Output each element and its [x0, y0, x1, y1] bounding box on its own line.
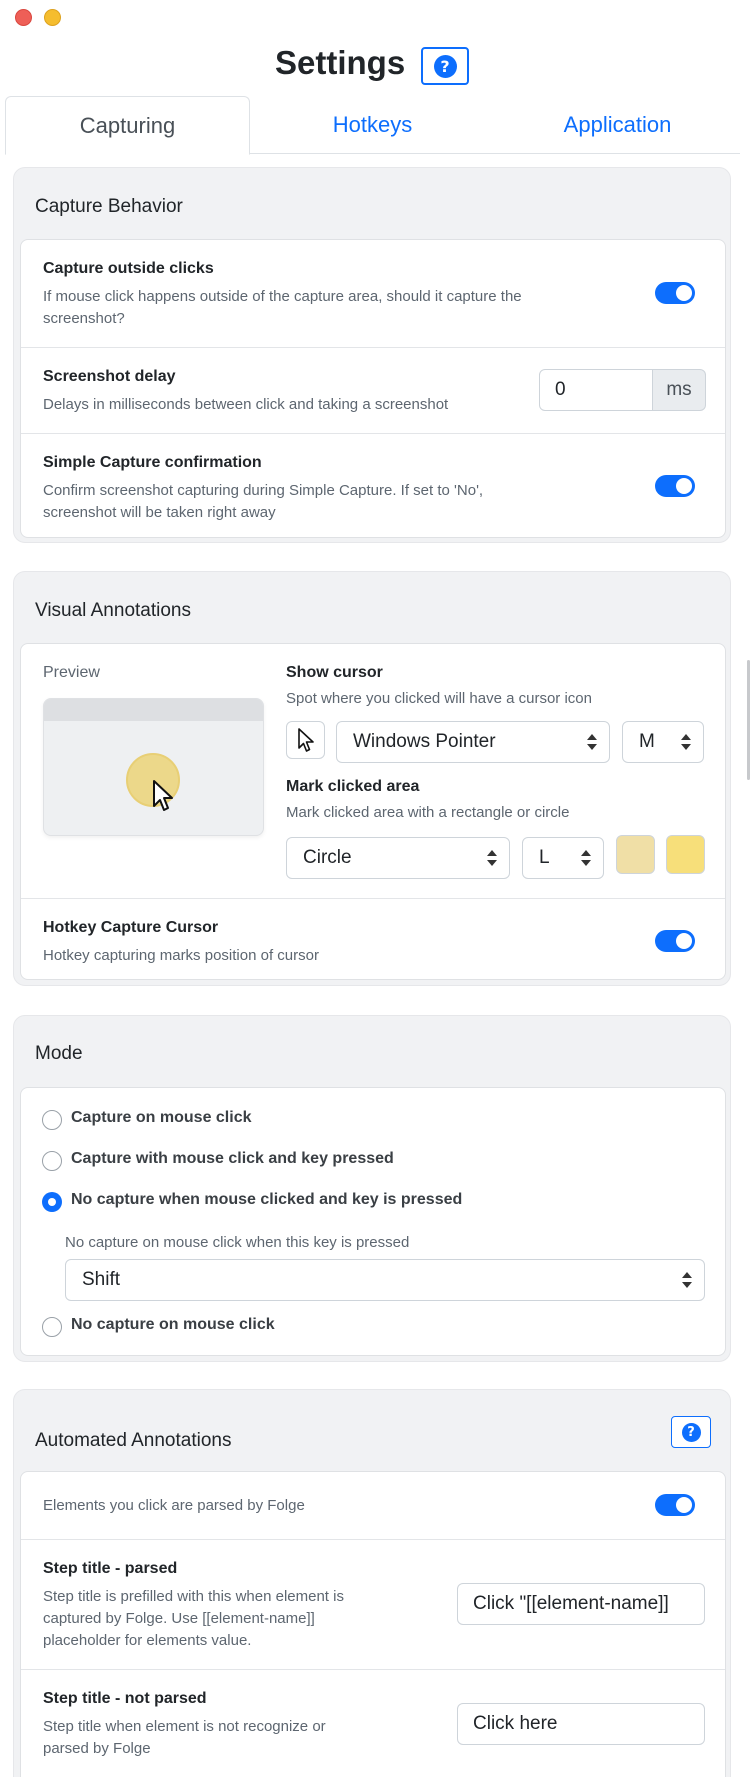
section-title: Mode — [35, 1043, 83, 1064]
screenshot-delay-row: Screenshot delay Delays in milliseconds … — [21, 347, 725, 433]
mode-radio-capture-on-click[interactable] — [42, 1110, 62, 1130]
mode-section: Mode Capture on mouse click Capture with… — [13, 1015, 731, 1362]
row-description: parsed by Folge — [43, 1740, 151, 1757]
row-title: Simple Capture confirmation — [43, 454, 262, 471]
row-title: Step title - parsed — [43, 1560, 178, 1577]
select-arrows-icon — [581, 850, 591, 866]
mark-border-color-swatch[interactable] — [616, 835, 655, 874]
mark-shape-select[interactable]: Circle — [286, 837, 510, 879]
question-icon: ? — [433, 54, 457, 78]
row-description: Delays in milliseconds between click and… — [43, 396, 449, 413]
visual-annotations-section: Visual Annotations Preview Show cursor S… — [13, 571, 731, 986]
mode-radio-capture-with-key[interactable] — [42, 1151, 62, 1171]
capture-behavior-section: Capture Behavior Capture outside clicks … — [13, 167, 731, 543]
minimize-window-button[interactable] — [44, 9, 61, 26]
cursor-style-button[interactable] — [286, 721, 325, 759]
select-arrows-icon — [487, 850, 497, 866]
preview-window-bar — [44, 699, 263, 721]
tab-capturing[interactable]: Capturing — [5, 96, 250, 155]
page-title: Settings — [275, 44, 406, 81]
tab-hotkeys[interactable]: Hotkeys — [250, 96, 495, 154]
capture-behavior-panel: Capture outside clicks If mouse click ha… — [20, 239, 726, 538]
row-title: Capture outside clicks — [43, 260, 214, 277]
mark-shape-value: Circle — [303, 847, 352, 868]
no-capture-key-value: Shift — [82, 1269, 121, 1290]
step-title-parsed-row: Step title - parsed Step title is prefil… — [21, 1539, 725, 1669]
capture-outside-clicks-toggle[interactable] — [655, 282, 695, 304]
hotkey-capture-cursor-row: Hotkey Capture Cursor Hotkey capturing m… — [21, 898, 725, 981]
mark-size-select[interactable]: L — [522, 837, 604, 879]
cursor-size-value: M — [639, 731, 655, 752]
screenshot-delay-input[interactable]: 0 — [539, 369, 653, 411]
page-header: Settings ? — [0, 40, 750, 92]
row-description: Hotkey capturing marks position of curso… — [43, 947, 319, 964]
row-description: captured by Folge. Use [[element-name]] — [43, 1610, 315, 1627]
row-description: screenshot will be taken right away — [43, 504, 276, 521]
preview-label: Preview — [43, 664, 100, 681]
help-button[interactable]: ? — [421, 47, 469, 85]
visual-annotations-panel: Preview Show cursor Spot where you click… — [20, 643, 726, 980]
simple-capture-confirmation-row: Simple Capture confirmation Confirm scre… — [21, 433, 725, 539]
mark-fill-color-swatch[interactable] — [666, 835, 705, 874]
settings-tabs: Capturing Hotkeys Application — [5, 96, 740, 155]
parse-elements-row: Elements you click are parsed by Folge — [21, 1472, 725, 1539]
radio-label: No capture when mouse clicked and key is… — [71, 1191, 463, 1208]
row-title: Hotkey Capture Cursor — [43, 919, 219, 936]
cursor-size-select[interactable]: M — [622, 721, 704, 763]
radio-label: Capture on mouse click — [71, 1109, 252, 1126]
section-title: Visual Annotations — [35, 600, 191, 621]
row-description: screenshot? — [43, 310, 125, 327]
close-window-button[interactable] — [15, 9, 32, 26]
hotkey-capture-cursor-toggle[interactable] — [655, 930, 695, 952]
row-description: If mouse click happens outside of the ca… — [43, 288, 522, 305]
capture-outside-clicks-row: Capture outside clicks If mouse click ha… — [21, 240, 725, 347]
show-cursor-description: Spot where you clicked will have a curso… — [286, 690, 592, 707]
mark-area-description: Mark clicked area with a rectangle or ci… — [286, 804, 570, 821]
step-title-parsed-input[interactable]: Click "[[element-name]] — [457, 1583, 705, 1625]
mark-area-title: Mark clicked area — [286, 778, 420, 795]
select-arrows-icon — [682, 1272, 692, 1288]
cursor-type-value: Windows Pointer — [353, 731, 496, 752]
mode-radio-no-capture[interactable] — [42, 1317, 62, 1337]
mark-size-value: L — [539, 847, 550, 868]
row-description: Elements you click are parsed by Folge — [43, 1497, 305, 1514]
simple-capture-confirmation-toggle[interactable] — [655, 475, 695, 497]
radio-label: No capture on mouse click — [71, 1316, 275, 1333]
delay-unit-label: ms — [653, 369, 706, 411]
mode-radio-no-capture-with-key[interactable] — [42, 1192, 62, 1212]
row-description: Step title when element is not recognize… — [43, 1718, 326, 1735]
section-title: Automated Annotations — [35, 1430, 232, 1451]
key-hint-label: No capture on mouse click when this key … — [65, 1234, 410, 1251]
annotation-preview — [43, 698, 264, 836]
no-capture-key-select[interactable]: Shift — [65, 1259, 705, 1301]
preview-cursor-icon — [153, 780, 173, 811]
row-title: Screenshot delay — [43, 368, 176, 385]
row-description: placeholder for elements value. — [43, 1632, 252, 1649]
mode-panel: Capture on mouse click Capture with mous… — [20, 1087, 726, 1356]
tab-application[interactable]: Application — [495, 96, 740, 154]
automated-annotations-help-button[interactable]: ? — [671, 1416, 711, 1448]
row-description: Confirm screenshot capturing during Simp… — [43, 482, 484, 499]
radio-label: Capture with mouse click and key pressed — [71, 1150, 394, 1167]
select-arrows-icon — [587, 734, 597, 750]
parse-elements-toggle[interactable] — [655, 1494, 695, 1516]
show-cursor-title: Show cursor — [286, 664, 383, 681]
section-title: Capture Behavior — [35, 196, 183, 217]
cursor-type-select[interactable]: Windows Pointer — [336, 721, 610, 763]
row-title: Step title - not parsed — [43, 1690, 207, 1707]
cursor-settings-row: Preview Show cursor Spot where you click… — [21, 644, 725, 898]
select-arrows-icon — [681, 734, 691, 750]
step-title-not-parsed-input[interactable]: Click here — [457, 1703, 705, 1745]
automated-annotations-section: Automated Annotations ? Elements you cli… — [13, 1389, 731, 1777]
pointer-icon — [297, 728, 314, 752]
window-titlebar — [0, 0, 750, 36]
step-title-not-parsed-row: Step title - not parsed Step title when … — [21, 1669, 725, 1777]
screenshot-delay-input-group: 0 ms — [539, 369, 706, 411]
automated-annotations-panel: Elements you click are parsed by Folge S… — [20, 1471, 726, 1777]
row-description: Step title is prefilled with this when e… — [43, 1588, 344, 1605]
question-icon: ? — [681, 1422, 701, 1442]
